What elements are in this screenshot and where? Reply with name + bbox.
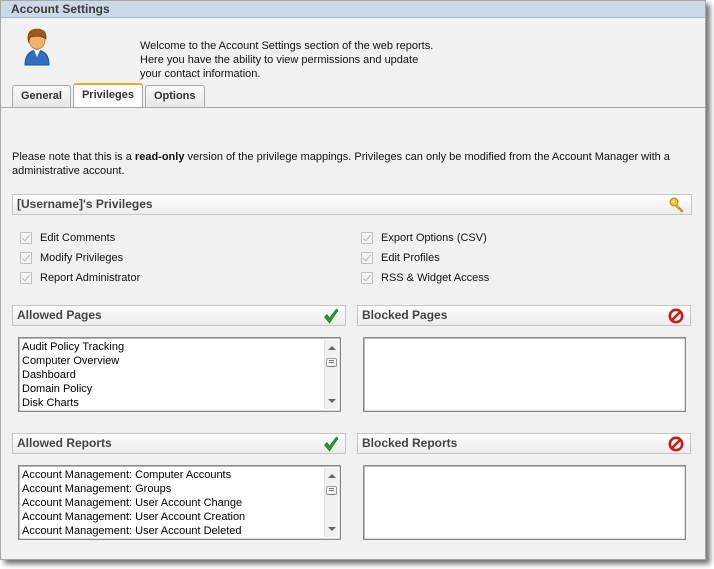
welcome-text: Welcome to the Account Settings section …	[140, 39, 460, 81]
scrollbar[interactable]	[324, 340, 338, 409]
tab-divider	[1, 107, 705, 108]
allowed-pages-list[interactable]: Audit Policy Tracking Computer Overview …	[18, 337, 341, 412]
blocked-reports-list[interactable]	[363, 465, 686, 540]
privilege-label: Modify Privileges	[40, 252, 124, 264]
allowed-reports-header: Allowed Reports	[12, 433, 346, 454]
window-title: Account Settings	[1, 1, 705, 18]
scroll-down-arrow-icon[interactable]	[328, 527, 336, 531]
account-settings-window: Account Settings Welcome to the Account …	[0, 0, 706, 560]
list-item[interactable]: Disk Charts	[22, 396, 322, 410]
welcome-line: your contact information.	[140, 68, 261, 80]
privileges-header: [Username]'s Privileges	[12, 194, 692, 215]
privilege-label: Export Options (CSV)	[381, 232, 487, 244]
privileges-title: [Username]'s Privileges	[17, 197, 153, 211]
list-item[interactable]: Account Management: Groups	[22, 482, 322, 496]
list-item[interactable]: Account Management: User Account Change	[22, 496, 322, 510]
allowed-pages-header: Allowed Pages	[12, 305, 346, 326]
blocked-reports-header: Blocked Reports	[357, 433, 691, 454]
privilege-label: RSS & Widget Access	[381, 272, 490, 284]
scroll-thumb[interactable]	[326, 486, 337, 495]
welcome-line: Welcome to the Account Settings section …	[140, 40, 434, 52]
tab-bar: General Privileges Options	[12, 83, 205, 107]
read-only-note: Please note that this is a read-only ver…	[12, 150, 692, 178]
tab-general[interactable]: General	[12, 85, 71, 107]
checkbox[interactable]	[20, 232, 32, 244]
blocked-pages-header: Blocked Pages	[357, 305, 691, 326]
scroll-down-arrow-icon[interactable]	[328, 399, 336, 403]
list-item[interactable]: Domain Policy	[22, 382, 322, 396]
list-item[interactable]: Account Management: Computer Accounts	[22, 468, 322, 482]
user-avatar-icon	[24, 28, 50, 66]
welcome-line: Here you have the ability to view permis…	[140, 54, 419, 66]
scroll-up-arrow-icon[interactable]	[328, 346, 336, 350]
tab-options[interactable]: Options	[144, 85, 205, 107]
list-item[interactable]: Account Management: User Account Deleted	[22, 524, 322, 538]
privilege-label: Edit Comments	[40, 232, 116, 244]
checkmark-icon	[324, 436, 339, 452]
privilege-modify-privileges[interactable]: Modify Privileges	[20, 251, 123, 265]
key-icon	[669, 197, 684, 213]
allowed-reports-title: Allowed Reports	[17, 436, 112, 450]
list-item[interactable]: Audit Policy Tracking	[22, 340, 322, 354]
checkbox[interactable]	[361, 272, 373, 284]
scroll-up-arrow-icon[interactable]	[328, 474, 336, 478]
privilege-edit-comments[interactable]: Edit Comments	[20, 231, 115, 245]
blocked-icon	[668, 308, 684, 324]
blocked-reports-title: Blocked Reports	[362, 436, 458, 450]
privilege-rss-widget-access[interactable]: RSS & Widget Access	[361, 271, 489, 285]
privilege-export-options[interactable]: Export Options (CSV)	[361, 231, 487, 245]
list-item[interactable]: Dashboard	[22, 368, 322, 382]
blocked-pages-title: Blocked Pages	[362, 308, 448, 322]
blocked-icon	[668, 436, 684, 452]
privilege-edit-profiles[interactable]: Edit Profiles	[361, 251, 440, 265]
checkbox[interactable]	[361, 232, 373, 244]
privilege-label: Report Administrator	[40, 272, 141, 284]
note-prefix: Please note that this is a	[12, 151, 135, 163]
allowed-reports-list[interactable]: Account Management: Computer Accounts Ac…	[18, 465, 341, 540]
privilege-label: Edit Profiles	[381, 252, 440, 264]
checkbox[interactable]	[20, 252, 32, 264]
list-item[interactable]: Account Management: User Account Creatio…	[22, 510, 322, 524]
checkbox[interactable]	[361, 252, 373, 264]
scroll-thumb[interactable]	[326, 358, 337, 367]
note-bold: read-only	[134, 151, 185, 163]
tab-privileges[interactable]: Privileges	[72, 83, 143, 107]
blocked-pages-list[interactable]	[363, 337, 686, 412]
checkbox[interactable]	[20, 272, 32, 284]
allowed-pages-title: Allowed Pages	[17, 308, 102, 322]
privilege-report-administrator[interactable]: Report Administrator	[20, 271, 140, 285]
checkmark-icon	[324, 308, 339, 324]
scrollbar[interactable]	[324, 468, 338, 537]
list-item[interactable]: Computer Overview	[22, 354, 322, 368]
